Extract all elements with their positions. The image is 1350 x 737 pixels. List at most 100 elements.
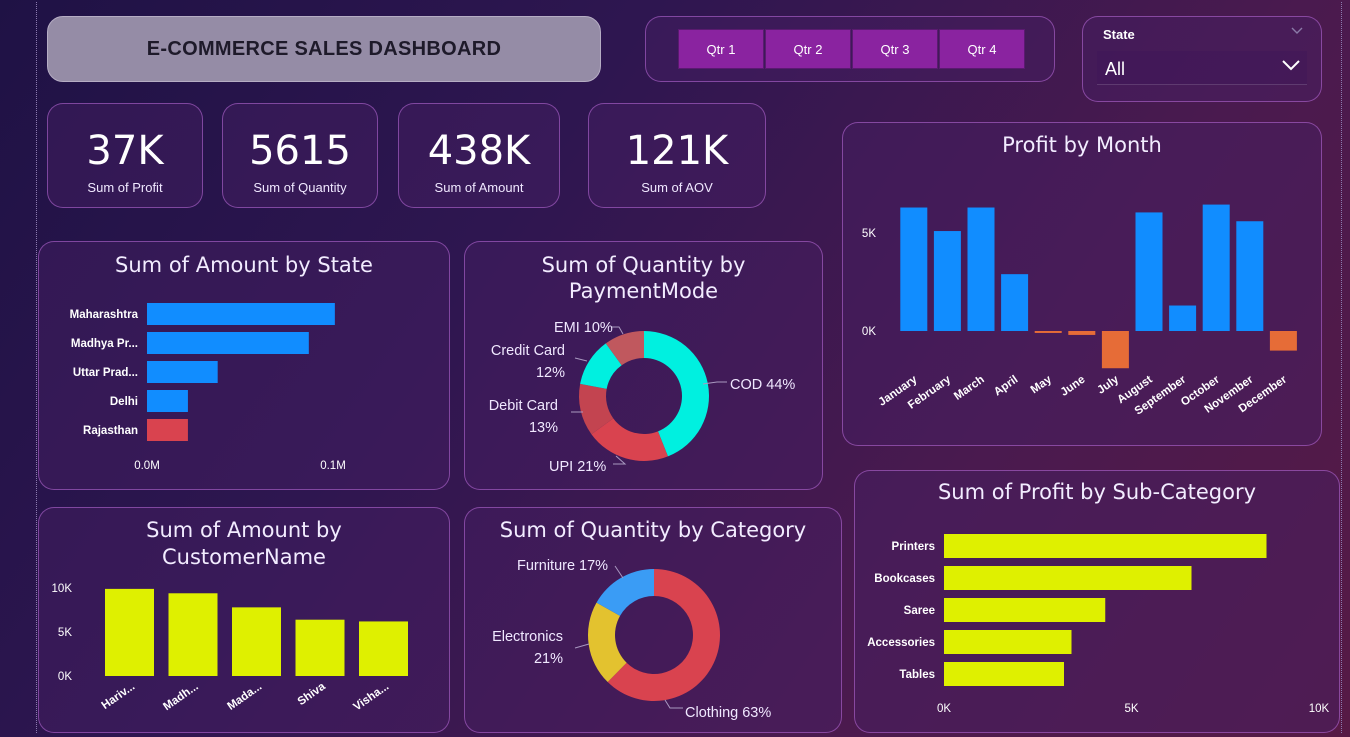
kpi-card-quantity: 5615 Sum of Quantity [222, 103, 378, 208]
bar-april [1001, 274, 1029, 331]
bar-march [967, 207, 995, 331]
category-label: Tables [899, 669, 935, 681]
state-dropdown-value: All [1105, 59, 1126, 79]
bar-october [1202, 204, 1230, 331]
bar-rajasthan [147, 419, 188, 441]
profit-by-subcategory-card: Sum of Profit by Sub-Category Printers Bo… [854, 470, 1340, 733]
month-label: April [992, 374, 1020, 399]
bar-may [1034, 331, 1062, 333]
y-tick-label: 10K [52, 583, 73, 595]
x-tick-label: 0.1M [320, 460, 346, 472]
kpi-card-aov: 121K Sum of AOV [588, 103, 766, 208]
qtr-4-button[interactable]: Qtr 4 [939, 29, 1025, 69]
qty-by-category-card: Sum of Quantity by Category Clothing 63%… [464, 507, 842, 733]
slice-label-line-2: 21% [534, 651, 563, 667]
bar-january [900, 207, 928, 331]
qty-by-category-chart: Clothing 63% Electronics 21% Furniture 17% [492, 558, 771, 721]
bar-delhi [147, 390, 188, 412]
month-label: June [1059, 374, 1088, 399]
slice-label: EMI 10% [554, 320, 613, 336]
qty-by-payment-card: Sum of Quantity by PaymentMode COD 44% UP… [464, 241, 823, 490]
kpi-aov-label: Sum of AOV [641, 180, 713, 195]
state-dropdown[interactable]: All [1097, 51, 1307, 85]
bar-december [1269, 331, 1297, 351]
bar-accessories [944, 630, 1072, 654]
y-tick-label: 0K [58, 671, 72, 683]
category-label: Uttar Prad... [73, 367, 138, 379]
bar-customer [105, 588, 154, 676]
slice-label-line-1: Debit Card [489, 398, 558, 414]
kpi-profit-value: 37K [86, 128, 164, 174]
state-filter: State All [1082, 16, 1322, 102]
category-label: Madhya Pr... [71, 338, 138, 350]
state-filter-label: State [1103, 27, 1135, 42]
bar-june [1068, 331, 1096, 335]
profit-by-subcategory-chart: Printers Bookcases Saree Accessories Tables 0… [867, 534, 1330, 715]
bar-november [1236, 221, 1264, 331]
kpi-card-amount: 438K Sum of Amount [398, 103, 560, 208]
category-label: Maharashtra [70, 309, 139, 321]
y-tick-label: 5K [58, 627, 72, 639]
amount-by-state-card: Sum of Amount by State Maharashtra Madhya… [38, 241, 450, 490]
bar-customer [295, 619, 345, 676]
profit-by-month-card: Profit by Month 0K 5K January February March… [842, 122, 1322, 446]
bar-madhya-pr- [147, 332, 309, 354]
month-label: March [952, 374, 987, 403]
bar-september [1169, 305, 1197, 331]
chevron-down-icon [1281, 57, 1301, 76]
month-label: July [1095, 373, 1121, 396]
qtr-1-button[interactable]: Qtr 1 [678, 29, 764, 69]
x-tick-label: 0.0M [134, 460, 160, 472]
amount-by-customer-card: Sum of Amount by CustomerName 0K 5K 10K Har… [38, 507, 450, 733]
kpi-quantity-label: Sum of Quantity [253, 180, 347, 195]
slice-label-line-2: 12% [536, 365, 565, 381]
customer-label: Madh... [161, 681, 200, 714]
category-label: Bookcases [874, 573, 935, 585]
profit-by-month-chart: 0K5KJanuaryFebruaryMarch April May June July… [862, 204, 1297, 418]
dashboard-title: E-COMMERCE SALES DASHBOARD [47, 16, 601, 82]
qtr-3-button[interactable]: Qtr 3 [852, 29, 938, 69]
bar-customer [168, 593, 218, 676]
x-tick-label: 10K [1309, 703, 1330, 715]
category-label: Rajasthan [83, 425, 138, 437]
slice-label: Furniture 17% [517, 558, 608, 574]
leader-line [574, 357, 588, 362]
kpi-aov-value: 121K [625, 128, 729, 174]
slice-label-line-2: 13% [529, 420, 558, 436]
slice-label-line-1: Electronics [492, 629, 563, 645]
customer-label: Visha... [352, 681, 392, 714]
slice-label: Clothing 63% [685, 705, 771, 721]
kpi-profit-label: Sum of Profit [87, 180, 163, 195]
y-tick-label: 5K [862, 228, 876, 240]
y-tick-label: 0K [862, 326, 876, 338]
slice-label: UPI 21% [549, 459, 606, 475]
month-label: May [1029, 373, 1055, 396]
qtr-2-button[interactable]: Qtr 2 [765, 29, 851, 69]
category-label: Delhi [110, 396, 138, 408]
bar-august [1135, 212, 1163, 331]
clear-selection-icon[interactable] [1291, 25, 1303, 39]
slice-label-line-1: Credit Card [491, 343, 565, 359]
bar-customer [359, 621, 408, 676]
customer-label: Mada... [225, 681, 264, 713]
bar-july [1101, 331, 1129, 369]
x-tick-label: 5K [1124, 703, 1138, 715]
bar-maharashtra [147, 303, 335, 325]
kpi-amount-label: Sum of Amount [434, 180, 524, 195]
bar-customer [232, 607, 281, 676]
category-label: Printers [892, 541, 935, 553]
bar-february [933, 231, 961, 331]
leader-line [614, 565, 624, 579]
leader-line [574, 643, 590, 649]
slice-label: COD 44% [730, 377, 795, 393]
x-tick-label: 0K [937, 703, 951, 715]
kpi-card-profit: 37K Sum of Profit [47, 103, 203, 208]
bar-saree [944, 598, 1106, 622]
kpi-quantity-value: 5615 [249, 128, 351, 174]
category-label: Saree [904, 605, 935, 617]
amount-by-state-chart: Maharashtra Madhya Pr... Uttar Prad... Delh… [70, 303, 346, 472]
bar-bookcases [944, 566, 1192, 590]
bar-tables [944, 662, 1064, 686]
customer-label: Hariv... [100, 681, 138, 712]
qty-by-payment-chart: COD 44% UPI 21% Debit Card 13% Credit Card 12… [489, 320, 796, 475]
